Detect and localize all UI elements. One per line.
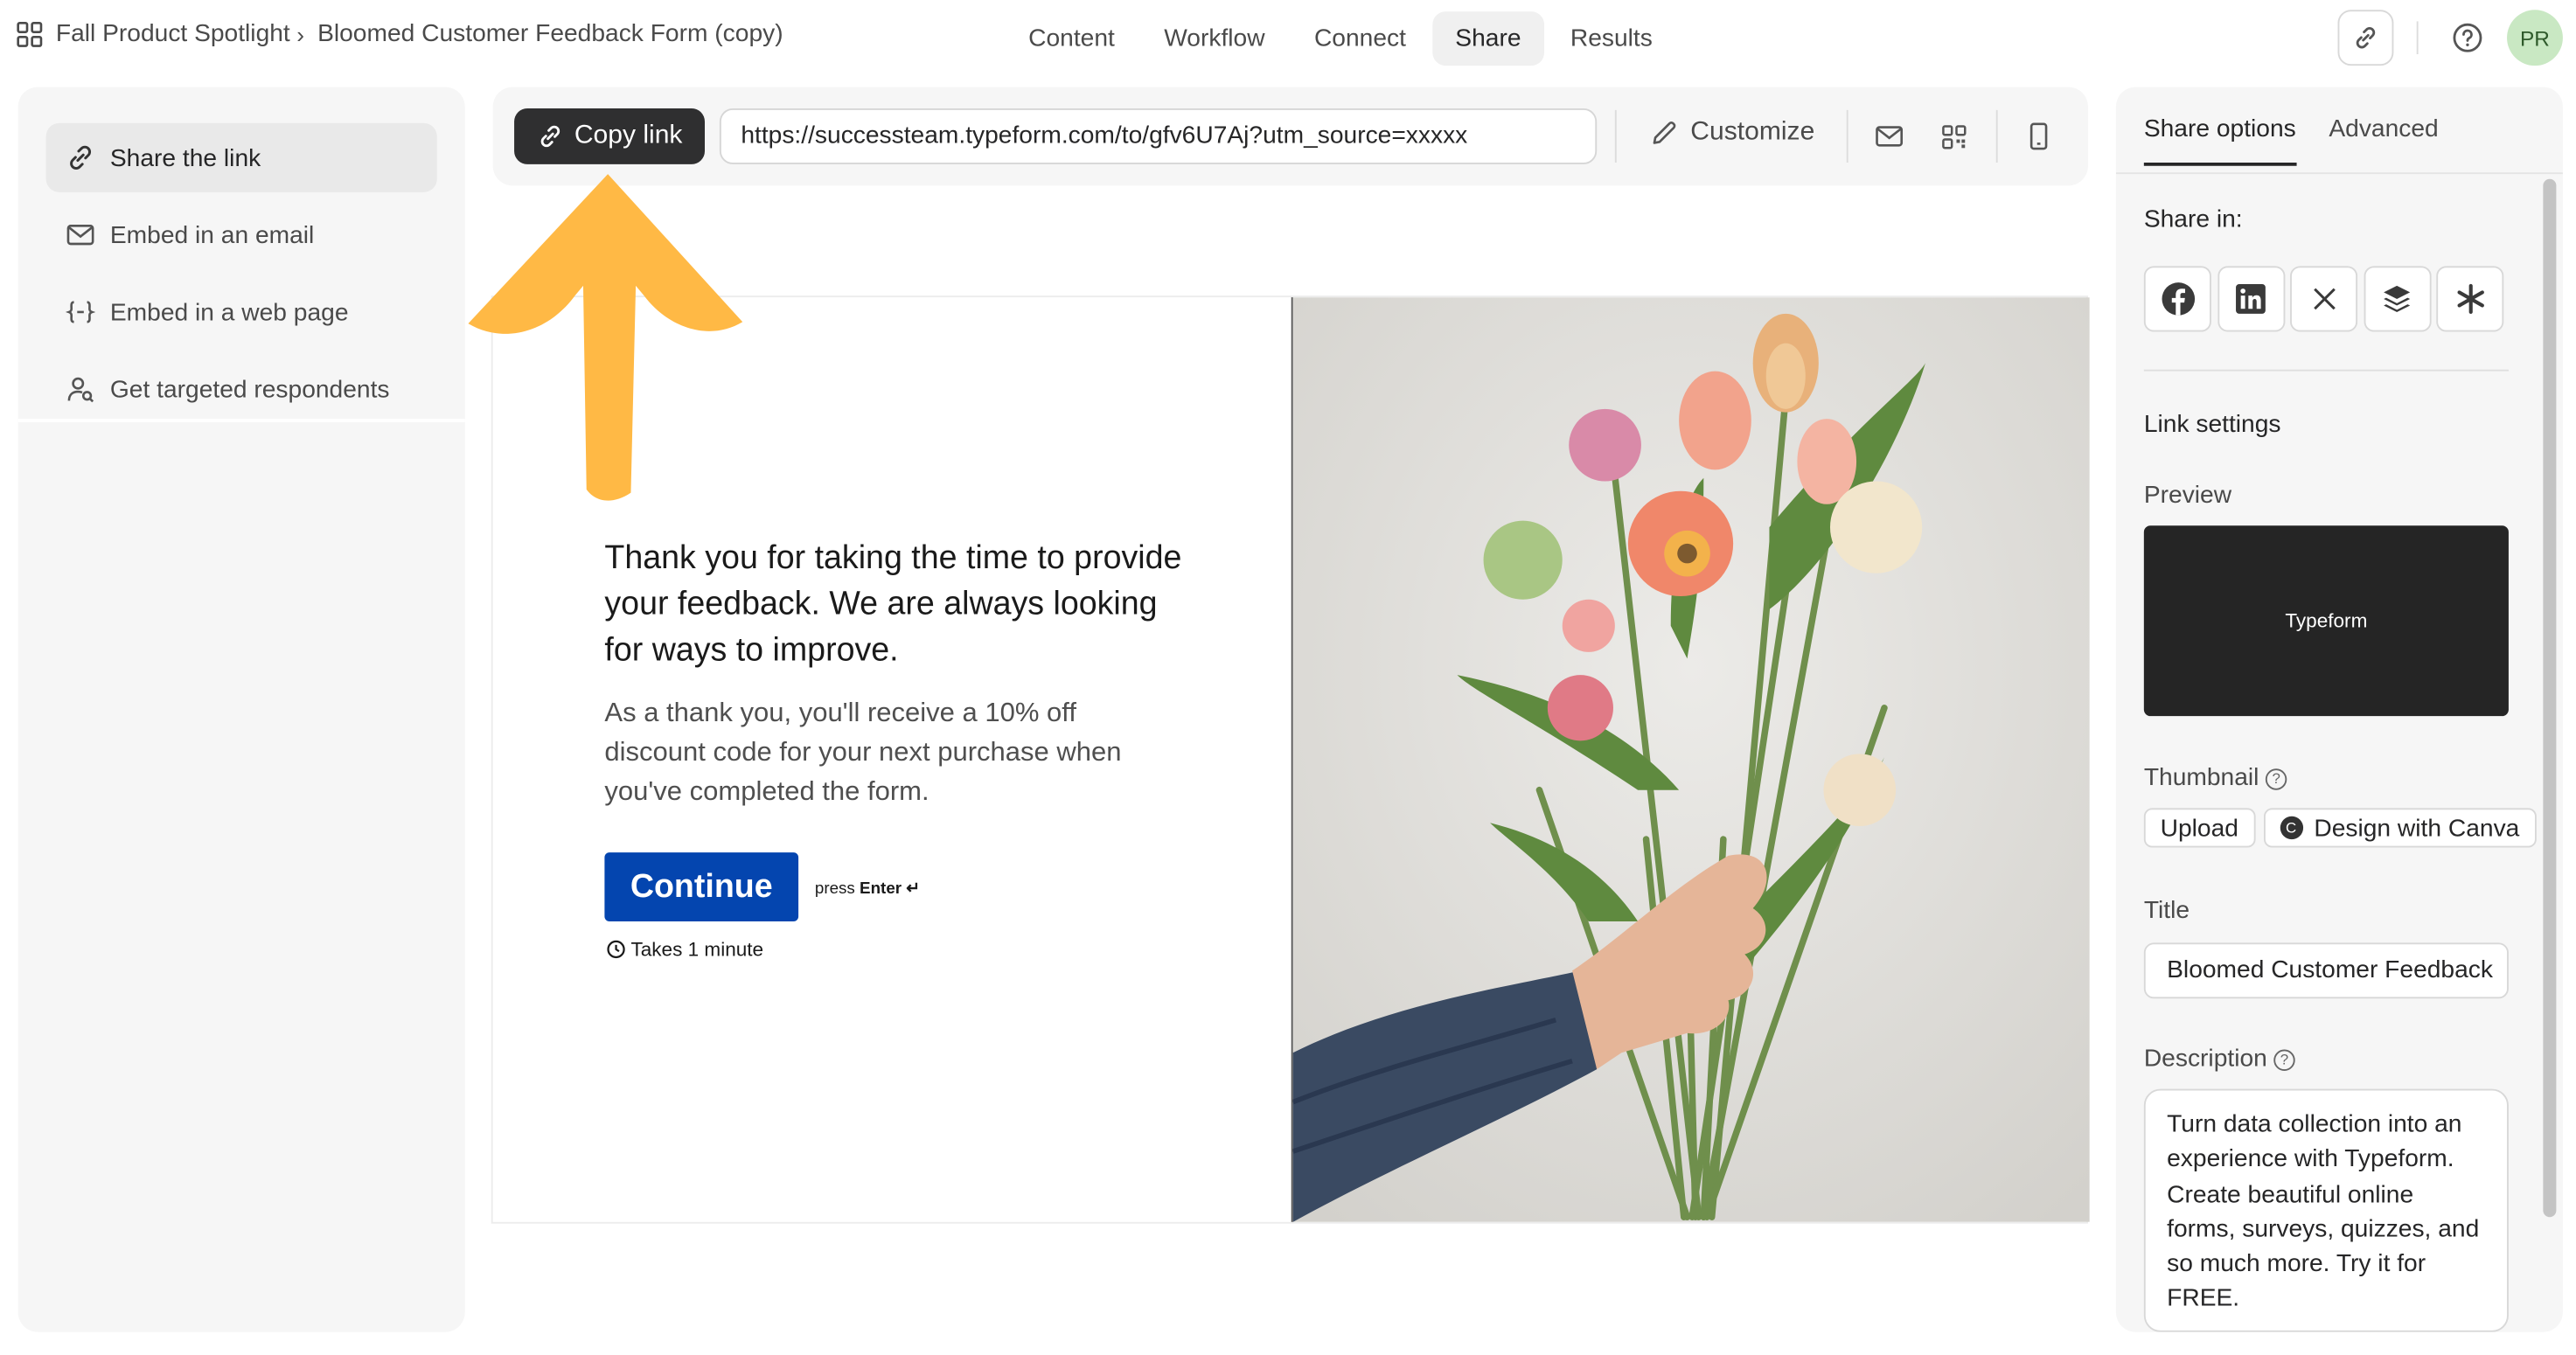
customize-label: Customize	[1690, 118, 1815, 147]
page: Fall Product Spotlight › Bloomed Custome…	[0, 0, 2576, 1355]
help-icon	[2453, 23, 2482, 52]
breadcrumb-separator: ›	[296, 20, 305, 47]
qr-code-icon	[1941, 124, 1966, 149]
panel-scrollbar[interactable]	[2543, 178, 2557, 1218]
share-sidebar: Share the link Embed in an email Embed i…	[17, 87, 465, 1332]
link-icon	[540, 125, 560, 148]
panel-tabs: Share options Advanced	[2143, 115, 2471, 166]
help-icon[interactable]: ?	[2265, 768, 2287, 790]
copy-link-primary-button[interactable]: Copy link	[514, 108, 706, 164]
social-share-buttons	[2143, 266, 2510, 332]
thumbnail-label-text: Thumbnail	[2143, 763, 2259, 792]
sidebar-item-embed-web[interactable]: Embed in a web page	[46, 278, 437, 347]
link-description-field[interactable]: Turn data collection into an experience …	[2143, 1088, 2509, 1332]
sidebar-item-share-link[interactable]: Share the link	[45, 122, 437, 192]
share-buffer-button[interactable]	[2363, 266, 2431, 332]
help-icon[interactable]: ?	[2273, 1049, 2295, 1071]
preview-card-brand: Typeform	[2285, 609, 2368, 633]
upload-thumbnail-button[interactable]: Upload	[2143, 808, 2255, 848]
code-braces-icon	[66, 301, 95, 323]
divider	[2143, 369, 2509, 372]
pencil-icon	[1653, 122, 1676, 144]
grid-icon[interactable]	[17, 20, 43, 46]
flower-bouquet-image	[1291, 297, 2090, 1222]
share-linkedin-button[interactable]	[2217, 266, 2285, 332]
facebook-icon	[2161, 282, 2195, 316]
tab-results[interactable]: Results	[1548, 11, 1676, 66]
main-nav-tabs: Content Workflow Connect Share Results	[1006, 11, 1679, 66]
continue-button[interactable]: Continue	[604, 852, 799, 922]
top-bar: Fall Product Spotlight › Bloomed Custome…	[0, 0, 2576, 79]
share-in-label: Share in:	[2143, 205, 2243, 233]
divider	[2115, 172, 2563, 175]
copy-link-label: Copy link	[574, 122, 683, 149]
sidebar-item-targeted-respondents[interactable]: Get targeted respondents	[46, 355, 437, 424]
linkedin-icon	[2236, 284, 2266, 314]
qr-code-button[interactable]	[1935, 118, 1971, 154]
press-text: press	[814, 880, 855, 899]
description-label-text: Description	[2143, 1044, 2267, 1073]
sidebar-item-label: Get targeted respondents	[109, 375, 390, 404]
canva-button-label: Design with Canva	[2314, 813, 2520, 842]
description-label: Description?	[2144, 1045, 2295, 1073]
press-enter-hint: press Enter ↵	[815, 880, 920, 899]
share-x-button[interactable]	[2290, 266, 2358, 332]
link-title-field[interactable]: Bloomed Customer Feedback	[2143, 942, 2509, 999]
tab-workflow[interactable]: Workflow	[1141, 11, 1288, 66]
breadcrumb: Fall Product Spotlight › Bloomed Custome…	[17, 20, 783, 48]
person-search-icon	[67, 377, 94, 403]
thumbnail-label: Thumbnail?	[2144, 764, 2287, 792]
share-url-field[interactable]: https://successteam.typeform.com/to/gfv6…	[719, 108, 1598, 164]
tab-share-options[interactable]: Share options	[2143, 115, 2296, 166]
time-estimate: Takes 1 minute	[606, 938, 763, 961]
link-icon	[70, 145, 92, 170]
copy-link-button[interactable]	[2337, 10, 2394, 66]
clock-icon	[607, 940, 625, 959]
tab-advanced[interactable]: Advanced	[2329, 115, 2438, 166]
share-method-list: Share the link Embed in an email Embed i…	[17, 87, 465, 424]
sidebar-item-label: Embed in an email	[109, 220, 315, 249]
mobile-icon	[2029, 122, 2048, 150]
breadcrumb-form[interactable]: Bloomed Customer Feedback Form (copy)	[317, 20, 783, 48]
canva-icon: C	[2279, 816, 2303, 840]
mail-icon	[66, 225, 94, 246]
welcome-title: Thank you for taking the time to provide…	[604, 540, 1182, 669]
sidebar-item-label: Embed in a web page	[109, 298, 349, 326]
link-icon	[2356, 26, 2376, 49]
avatar[interactable]: PR	[2507, 10, 2563, 66]
email-share-button[interactable]	[1871, 118, 1907, 154]
divider	[1846, 109, 1848, 163]
link-settings-heading: Link settings	[2143, 410, 2281, 439]
breadcrumb-workspace[interactable]: Fall Product Spotlight	[56, 20, 290, 48]
customize-button[interactable]: Customize	[1649, 118, 1814, 148]
thumbnail-buttons: Upload C Design with Canva	[2143, 808, 2545, 848]
tab-connect[interactable]: Connect	[1291, 11, 1430, 66]
asterisk-icon	[2456, 283, 2483, 315]
top-right-controls: PR	[2337, 10, 2563, 66]
divider	[2416, 21, 2419, 55]
title-label: Title	[2143, 896, 2190, 925]
link-preview-card: Typeform	[2143, 525, 2509, 717]
welcome-description: As a thank you, you'll receive a 10% off…	[604, 698, 1122, 807]
tab-share[interactable]: Share	[1431, 11, 1544, 66]
help-button[interactable]	[2441, 11, 2494, 64]
mail-icon	[1876, 126, 1904, 147]
design-with-canva-button[interactable]: C Design with Canva	[2263, 808, 2537, 848]
enter-key: Enter ↵	[860, 880, 921, 899]
tab-content[interactable]: Content	[1006, 11, 1138, 66]
time-estimate-text: Takes 1 minute	[630, 937, 764, 962]
sidebar-item-label: Share the link	[109, 143, 261, 172]
share-facebook-button[interactable]	[2143, 266, 2211, 332]
buffer-icon	[2384, 285, 2411, 312]
mobile-preview-button[interactable]	[2021, 118, 2057, 154]
annotation-arrow-icon	[468, 174, 743, 501]
preview-label: Preview	[2143, 481, 2232, 510]
x-icon	[2313, 288, 2335, 310]
divider	[1995, 109, 1998, 163]
share-slack-button[interactable]	[2436, 266, 2504, 332]
sidebar-item-embed-email[interactable]: Embed in an email	[46, 200, 437, 269]
divider	[1614, 109, 1617, 163]
share-options-panel: Share options Advanced Share in: Link se…	[2115, 87, 2563, 1332]
